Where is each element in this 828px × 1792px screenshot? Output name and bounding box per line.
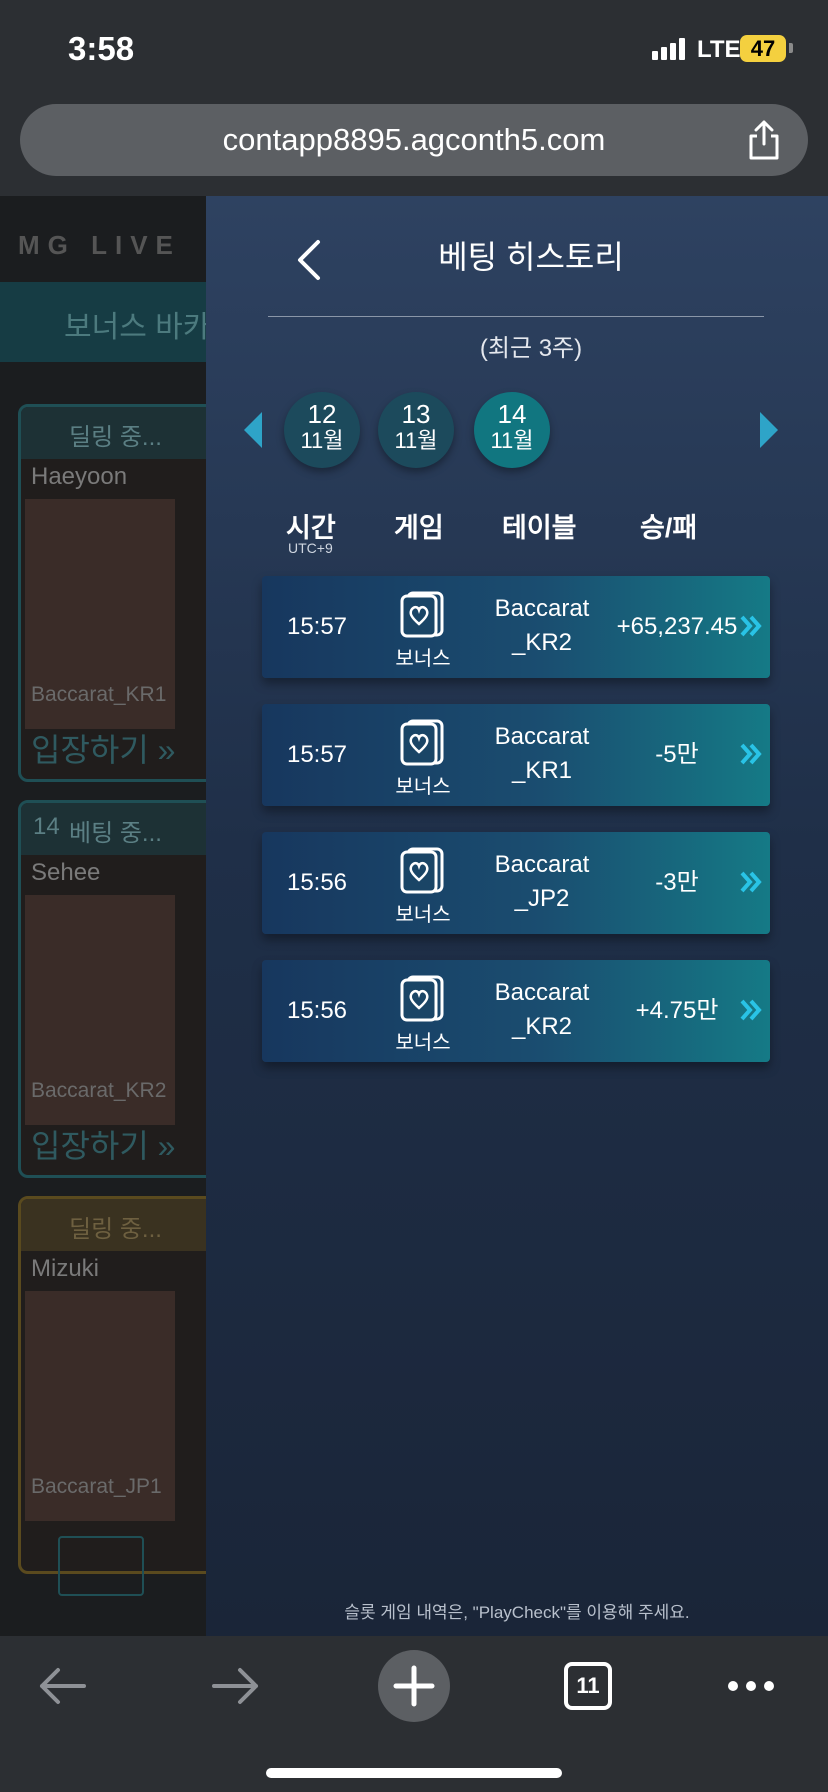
row-table-line2: _KR1: [511, 757, 573, 784]
date-month: 11월: [490, 428, 534, 453]
bonus-card-icon: [400, 847, 444, 894]
row-table-line1: Baccarat: [494, 723, 590, 750]
row-table-line2: _KR2: [511, 1013, 573, 1040]
date-day: 12: [307, 399, 337, 429]
double-chevron-right-icon[interactable]: [740, 742, 762, 766]
row-game: 보너스: [395, 904, 451, 926]
row-table-line1: Baccarat: [494, 851, 590, 878]
row-time: 15:57: [286, 741, 348, 768]
card-status: 딜링 중...: [21, 1199, 225, 1251]
column-header-timezone: UTC+9: [288, 540, 333, 556]
bonus-card-icon: [400, 719, 444, 766]
card-status: 14 베팅 중...: [21, 803, 225, 855]
date-month: 11월: [394, 428, 438, 453]
date-button[interactable]: 12 11월: [284, 392, 360, 468]
date-prev-arrow-icon[interactable]: [244, 412, 262, 448]
row-game: 보너스: [395, 1032, 451, 1054]
back-arrow-icon[interactable]: [36, 1654, 88, 1718]
lobby-logo: MG LIVE: [18, 230, 181, 260]
date-next-arrow-icon[interactable]: [760, 412, 778, 448]
row-table: Baccarat _JP2: [472, 848, 612, 916]
row-table: Baccarat _KR2: [472, 976, 612, 1044]
row-table-line2: _JP2: [514, 885, 570, 912]
lobby-category-bar: 보너스 바카: [0, 282, 240, 362]
table-name: Baccarat_JP1: [31, 1475, 162, 1498]
double-chevron-right-icon[interactable]: [740, 870, 762, 894]
dealer-name: Haeyoon: [31, 463, 128, 490]
column-header-game: 게임: [394, 513, 444, 543]
card-status-text: 베팅 중...: [69, 820, 162, 847]
bonus-card-icon: [400, 591, 444, 638]
card-status: 딜링 중...: [21, 407, 225, 459]
share-icon[interactable]: [742, 118, 786, 162]
double-chevron-right-icon[interactable]: [740, 998, 762, 1022]
row-table: Baccarat _KR1: [472, 720, 612, 788]
divider: [268, 316, 764, 317]
table-name: Baccarat_KR2: [31, 1079, 167, 1102]
row-result: +65,237.45: [616, 613, 738, 640]
address-bar-area: contapp8895.agconth5.com: [0, 92, 828, 196]
row-time: 15:57: [286, 613, 348, 640]
signal-icon: [652, 38, 690, 60]
network-type: LTE: [697, 36, 741, 63]
lobby-table-card[interactable]: 딜링 중... Haeyoon Baccarat_KR1 입장하기 »: [18, 404, 228, 782]
enter-button[interactable]: 입장하기 »: [31, 1121, 175, 1167]
betting-history-panel: 베팅 히스토리 (최근 3주) 12 11월 13 11월 14 11월 시간 …: [206, 196, 828, 1636]
card-badge: 14: [33, 813, 60, 840]
lobby-category-label: 보너스 바카: [64, 311, 211, 344]
dealer-name: Sehee: [31, 859, 101, 886]
panel-subtitle: (최근 3주): [479, 335, 583, 362]
status-bar: 3:58 LTE 47: [0, 0, 828, 92]
table-name: Baccarat_KR1: [31, 683, 167, 706]
row-time: 15:56: [286, 997, 348, 1024]
bonus-card-icon: [400, 975, 444, 1022]
history-row[interactable]: 15:57 보너스 Baccarat _KR1 -5만: [262, 704, 770, 806]
double-chevron-right-icon[interactable]: [740, 614, 762, 638]
enter-button[interactable]: 입장하기 »: [31, 725, 175, 771]
row-table-line1: Baccarat: [494, 595, 590, 622]
row-table: Baccarat _KR2: [472, 592, 612, 660]
row-time: 15:56: [286, 869, 348, 896]
date-month: 11월: [300, 428, 344, 453]
lobby-table-card[interactable]: 딜링 중... Mizuki Baccarat_JP1: [18, 1196, 228, 1574]
tabs-button[interactable]: 11: [564, 1662, 612, 1710]
date-day: 13: [401, 399, 431, 429]
new-tab-button[interactable]: [378, 1650, 450, 1722]
lobby-table-card[interactable]: 14 베팅 중... Sehee Baccarat_KR2 입장하기 »: [18, 800, 228, 1178]
more-icon[interactable]: [726, 1654, 776, 1718]
row-result: -3만: [655, 869, 699, 896]
clock: 3:58: [68, 30, 135, 67]
dealer-name: Mizuki: [31, 1255, 100, 1282]
row-table-line1: Baccarat: [494, 979, 590, 1006]
panel-title: 베팅 히스토리: [438, 239, 624, 275]
date-day: 14: [497, 399, 527, 429]
sort-button[interactable]: [58, 1536, 144, 1596]
row-game: 보너스: [395, 776, 451, 798]
history-row[interactable]: 15:57 보너스 Baccarat _KR2 +65,237.45: [262, 576, 770, 678]
url-text[interactable]: contapp8895.agconth5.com: [20, 104, 808, 176]
home-indicator: [266, 1768, 562, 1778]
battery-cap: [789, 43, 793, 53]
row-result: +4.75만: [635, 997, 719, 1024]
address-bar[interactable]: contapp8895.agconth5.com: [20, 104, 808, 176]
row-game: 보너스: [395, 648, 451, 670]
history-row[interactable]: 15:56 보너스 Baccarat _JP2 -3만: [262, 832, 770, 934]
battery-icon: 47: [740, 35, 786, 62]
row-table-line2: _KR2: [511, 629, 573, 656]
column-header-table: 테이블: [502, 513, 577, 543]
playcheck-note: 슬롯 게임 내역은, "PlayCheck"를 이용해 주세요.: [344, 1603, 690, 1622]
forward-arrow-icon[interactable]: [210, 1654, 262, 1718]
history-row[interactable]: 15:56 보너스 Baccarat _KR2 +4.75만: [262, 960, 770, 1062]
date-button[interactable]: 13 11월: [378, 392, 454, 468]
date-button-active[interactable]: 14 11월: [474, 392, 550, 468]
plus-icon: [393, 1665, 435, 1707]
row-result: -5만: [655, 741, 699, 768]
browser-toolbar: 11: [0, 1636, 828, 1792]
column-header-result: 승/패: [640, 513, 698, 543]
